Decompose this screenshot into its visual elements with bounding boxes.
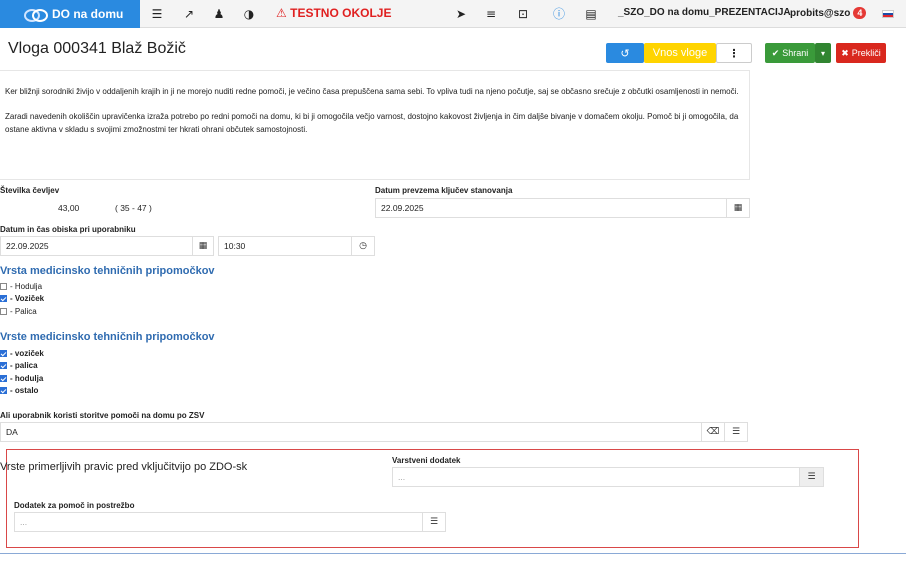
user-menu[interactable]: probits@szo 4 xyxy=(790,7,867,19)
checkbox-label: - Voziček xyxy=(10,294,45,303)
keys-date-input[interactable]: 22.09.2025 xyxy=(375,198,727,218)
user-secret-icon[interactable]: ♟ xyxy=(210,5,228,23)
brand-label: DO na domu xyxy=(52,7,124,21)
dodatek-select[interactable]: ... xyxy=(14,512,423,532)
check-icon: ✔ xyxy=(771,47,780,58)
visit-time-input[interactable]: 10:30 xyxy=(218,236,352,256)
keys-date-label: Datum prevzema ključev stanovanja xyxy=(375,186,513,195)
flag-icon[interactable] xyxy=(882,10,894,18)
divider xyxy=(0,553,906,554)
save-label: Shrani xyxy=(782,48,809,58)
rights-title: Vrste primerljivih pravic pred vključitv… xyxy=(0,461,248,473)
calendar-icon[interactable]: ▦ xyxy=(192,236,214,256)
checkbox-vozicek-2[interactable]: - voziček xyxy=(0,349,44,358)
checkbox-box[interactable] xyxy=(0,362,7,369)
warning-icon: ⚠ xyxy=(276,6,287,20)
checkbox-label: - hodulja xyxy=(10,374,44,383)
cancel-label: Prekliči xyxy=(851,48,881,58)
section-title-2: Vrste medicinsko tehničnih pripomočkov xyxy=(0,331,215,343)
history-icon: ↺ xyxy=(620,46,630,60)
visit-datetime-label: Datum in čas obiska pri uporabniku xyxy=(0,225,136,234)
zsv-label: Ali uporabnik koristi storitve pomoči na… xyxy=(0,411,205,420)
close-icon: ✖ xyxy=(841,47,849,58)
checkbox-box[interactable] xyxy=(0,308,7,315)
description-text-area[interactable]: Ker bližnji sorodniki živijo v oddaljeni… xyxy=(0,70,750,180)
brand-home-link[interactable]: DO na domu xyxy=(0,0,140,28)
shoe-size-label: Številka čevljev xyxy=(0,186,60,195)
top-bar: DO na domu ☰ ↗ ♟ ◑ ⚠ TESTNO OKOLJE ➤ ≡ ⊡… xyxy=(0,0,906,28)
checkbox-label: - ostalo xyxy=(10,386,39,395)
clock-icon[interactable]: ◷ xyxy=(351,236,375,256)
varstveni-dodatek-label: Varstveni dodatek xyxy=(392,456,461,465)
send-icon[interactable]: ➤ xyxy=(452,5,470,23)
contrast-icon[interactable]: ◑ xyxy=(240,5,258,23)
shoe-size-range: ( 35 - 47 ) xyxy=(115,203,152,213)
save-dropdown-button[interactable]: ▾ xyxy=(815,43,831,63)
shoe-size-value[interactable]: 43,00 xyxy=(58,203,79,213)
calendar-icon[interactable]: ▦ xyxy=(726,198,750,218)
list-icon[interactable]: ☰ xyxy=(422,512,446,532)
document-icon[interactable]: ▤ xyxy=(582,5,600,23)
checkbox-box[interactable] xyxy=(0,387,7,394)
cancel-button[interactable]: ✖ Prekliči xyxy=(836,43,886,63)
checkbox-box[interactable] xyxy=(0,350,7,357)
eraser-icon[interactable]: ⌫ xyxy=(701,422,725,442)
page-title: Vloga 000341 Blaž Božič xyxy=(8,40,186,57)
checkbox-box[interactable] xyxy=(0,375,7,382)
more-options-button[interactable]: ⋮ xyxy=(716,43,752,63)
remote-desktop-icon[interactable]: ⊡ xyxy=(514,5,532,23)
varstveni-dodatek-select[interactable]: ... xyxy=(392,467,800,487)
list-icon[interactable]: ☰ xyxy=(148,5,166,23)
checkbox-vozicek[interactable]: - Voziček xyxy=(0,294,44,303)
info-icon[interactable]: ⓘ xyxy=(550,5,568,23)
list-icon[interactable]: ☰ xyxy=(724,422,748,442)
caret-down-icon: ▾ xyxy=(820,48,825,58)
visit-date-input[interactable]: 22.09.2025 xyxy=(0,236,193,256)
dodatek-label: Dodatek za pomoč in postrežbo xyxy=(14,501,135,510)
test-environment-label: ⚠ TESTNO OKOLJE xyxy=(276,6,391,20)
checkbox-label: - Hodulja xyxy=(10,282,43,291)
checkbox-ostalo-2[interactable]: - ostalo xyxy=(0,386,38,395)
checkbox-palica[interactable]: - Palica xyxy=(0,307,37,316)
zsv-select[interactable]: DA xyxy=(0,422,702,442)
project-selector[interactable]: _SZO_DO na domu_PREZENTACIJA xyxy=(618,7,791,18)
external-link-icon[interactable]: ↗ xyxy=(180,5,198,23)
section-title-1: Vrsta medicinsko tehničnih pripomočkov xyxy=(0,265,215,277)
description-paragraph-2: Zaradi navedenih okoliščin upravičenka i… xyxy=(5,112,739,134)
history-button[interactable]: ↺ xyxy=(606,43,644,63)
checkbox-hodulja[interactable]: - Hodulja xyxy=(0,282,42,291)
logo-icon xyxy=(24,8,48,22)
checkbox-box[interactable] xyxy=(0,295,7,302)
notification-badge: 4 xyxy=(853,7,867,19)
user-name: probits@szo xyxy=(790,8,851,19)
menu-icon[interactable]: ≡ xyxy=(482,5,500,23)
list-icon[interactable]: ☰ xyxy=(799,467,824,487)
checkbox-hodulja-2[interactable]: - hodulja xyxy=(0,374,43,383)
save-button[interactable]: ✔ Shrani xyxy=(765,43,815,63)
checkbox-label: - palica xyxy=(10,361,38,370)
description-paragraph-1: Ker bližnji sorodniki živijo v oddaljeni… xyxy=(5,87,739,96)
checkbox-palica-2[interactable]: - palica xyxy=(0,361,38,370)
test-environment-text: TESTNO OKOLJE xyxy=(290,6,392,20)
checkbox-label: - voziček xyxy=(10,349,44,358)
vnos-vloge-button[interactable]: Vnos vloge xyxy=(644,43,716,63)
checkbox-box[interactable] xyxy=(0,283,7,290)
checkbox-label: - Palica xyxy=(10,307,37,316)
